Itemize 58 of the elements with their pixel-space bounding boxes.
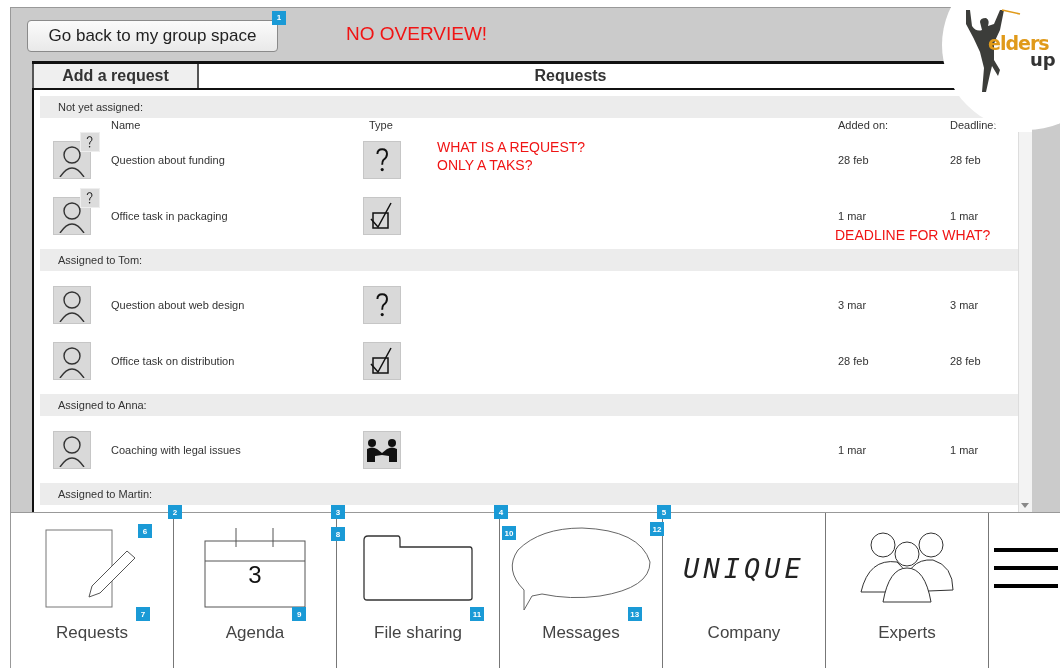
column-header: Name [111,119,142,131]
add-request-button[interactable]: Add a request [32,64,199,88]
number-badge: 2 [168,505,182,519]
group-header: Assigned to Tom: [40,249,1018,271]
group-header: Assigned to Martin: [40,483,1018,505]
annotation-note: WHAT IS A REQUEST? ONLY A TAKS? [437,139,586,174]
number-badge: 3 [331,505,345,519]
column-header: Added on: [838,119,890,131]
number-badge: 1 [272,10,286,25]
request-name[interactable]: Office task in packaging [111,210,363,222]
calendar-icon [203,527,307,609]
folder-icon [362,534,474,602]
deadline-date: 28 feb [950,154,982,166]
question-icon [86,192,94,204]
menu-icon[interactable] [993,548,1058,588]
request-name[interactable]: Question about funding [111,154,363,166]
logo-text: up [1030,49,1056,70]
checkbox-tick-icon [369,201,395,231]
request-name[interactable]: Question about web design [111,299,363,311]
calendar-day: 3 [203,561,307,589]
added-date: 28 feb [838,355,870,367]
request-name[interactable]: Coaching with legal issues [111,444,363,456]
deadline-date: 1 mar [950,444,980,456]
deadline-date: 3 mar [950,299,980,311]
number-badge: 5 [657,505,671,519]
deadline-date: 28 feb [950,355,982,367]
added-date: 1 mar [838,210,868,222]
question-icon [86,136,94,148]
deadline-date: 1 mar [950,210,980,222]
nav-tab[interactable]: 6 Requests 7 [11,513,174,668]
nav-tab[interactable]: Experts [826,513,989,668]
column-header: Type [368,119,394,131]
request-name[interactable]: Office task on distribution [111,355,363,367]
checkbox-tick-icon [369,346,395,376]
people-icon [859,532,955,604]
number-badge: 12 [650,522,664,536]
added-date: 28 feb [838,154,870,166]
number-badge: 6 [138,524,152,538]
annotation-note: DEADLINE FOR WHAT? [835,227,991,243]
back-button[interactable]: Go back to my group space [27,19,278,52]
column-header: Deadline: [950,119,998,131]
number-badge: 10 [502,526,516,540]
number-badge: 7 [135,607,150,621]
question-icon [374,148,390,172]
number-badge: 8 [331,527,345,541]
annotation-note: NO OVERVIEW! [346,22,488,47]
number-badge: 13 [627,607,642,621]
added-date: 1 mar [838,444,868,456]
number-badge: 9 [292,607,307,621]
handshake-icon [365,438,399,462]
number-badge: 11 [469,607,484,621]
scroll-down-icon[interactable] [1021,503,1029,508]
number-badge: 4 [494,505,508,519]
added-date: 3 mar [838,299,868,311]
company-logo: UNIQUE [683,552,805,584]
question-icon [374,293,390,317]
group-header: Assigned to Anna: [40,394,1018,416]
panel-title: Requests [533,66,608,86]
